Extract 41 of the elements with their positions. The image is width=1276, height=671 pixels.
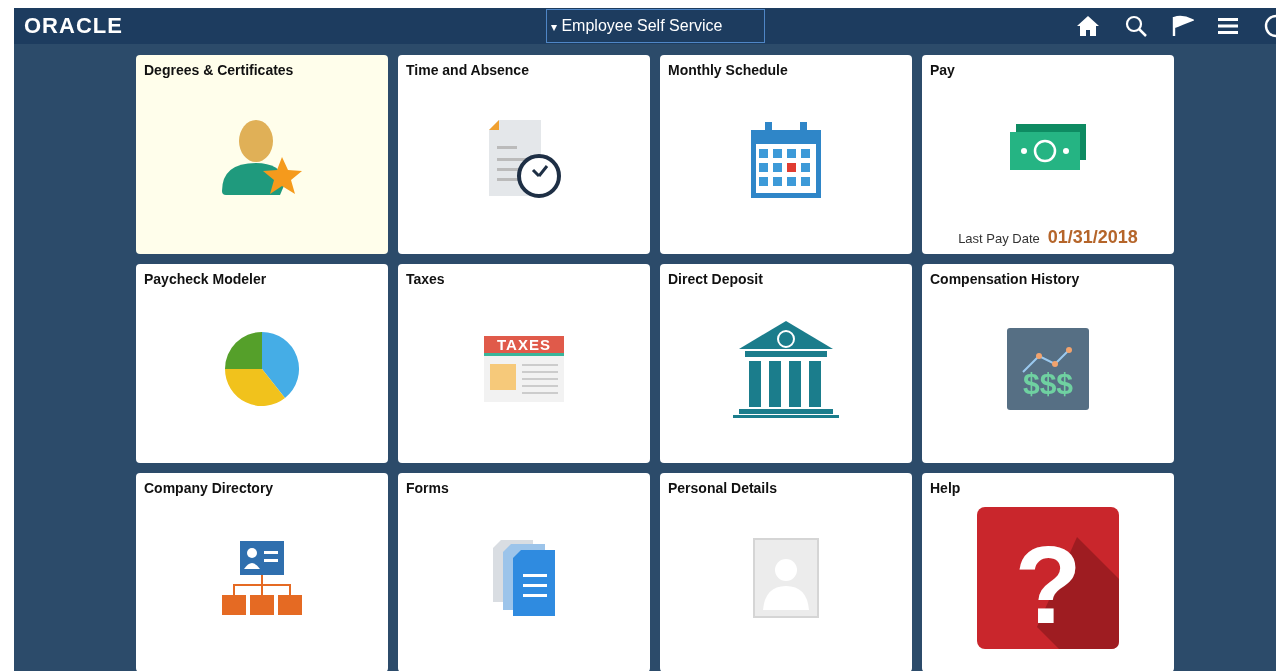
oracle-logo: ORACLE bbox=[24, 13, 123, 39]
tile[interactable]: Degrees & Certificates bbox=[136, 55, 388, 254]
tile-title: Time and Absence bbox=[405, 61, 530, 78]
tax-form-icon: TAXES bbox=[484, 336, 564, 402]
tile[interactable]: Pay Last Pay Date 01/31/2018 bbox=[922, 55, 1174, 254]
last-pay-date-label: Last Pay Date bbox=[958, 231, 1040, 246]
tile-title: Direct Deposit bbox=[667, 270, 764, 287]
tile[interactable]: Forms bbox=[398, 473, 650, 671]
banknote-icon bbox=[1008, 121, 1088, 172]
home-icon[interactable] bbox=[1076, 15, 1100, 37]
tile-title: Monthly Schedule bbox=[667, 61, 789, 78]
bank-building-icon bbox=[731, 319, 841, 419]
tile-title: Personal Details bbox=[667, 479, 778, 496]
last-pay-date-value: 01/31/2018 bbox=[1047, 227, 1138, 248]
tile-title: Forms bbox=[405, 479, 450, 496]
tile-title: Compensation History bbox=[929, 270, 1081, 287]
tile[interactable]: Compensation History $$$ bbox=[922, 264, 1174, 463]
flag-icon[interactable] bbox=[1172, 15, 1194, 37]
tile-title: Help bbox=[929, 479, 962, 496]
question-mark-icon: ? bbox=[977, 507, 1119, 649]
tile[interactable]: Company Directory bbox=[136, 473, 388, 671]
tile[interactable]: Taxes TAXES bbox=[398, 264, 650, 463]
menu-icon[interactable] bbox=[1218, 17, 1238, 35]
tile-title: Company Directory bbox=[143, 479, 275, 496]
tile-title: Taxes bbox=[405, 270, 446, 287]
homepage-selector[interactable]: ▾ Employee Self Service bbox=[546, 9, 765, 43]
calendar-icon bbox=[749, 120, 823, 200]
tile-title: Degrees & Certificates bbox=[143, 61, 295, 78]
tile-title: Pay bbox=[929, 61, 956, 78]
tile[interactable]: Personal Details bbox=[660, 473, 912, 671]
search-icon[interactable] bbox=[1124, 14, 1148, 38]
tile-title: Paycheck Modeler bbox=[143, 270, 268, 287]
tile[interactable]: Help ? bbox=[922, 473, 1174, 671]
pie-chart-icon bbox=[223, 330, 301, 408]
tile[interactable]: Time and Absence bbox=[398, 55, 650, 254]
org-chart-icon bbox=[220, 539, 304, 617]
tile[interactable]: Direct Deposit bbox=[660, 264, 912, 463]
person-silhouette-icon bbox=[753, 538, 819, 618]
tile[interactable]: Paycheck Modeler bbox=[136, 264, 388, 463]
chart-money-icon: $$$ bbox=[1007, 328, 1089, 410]
tile[interactable]: Monthly Schedule bbox=[660, 55, 912, 254]
